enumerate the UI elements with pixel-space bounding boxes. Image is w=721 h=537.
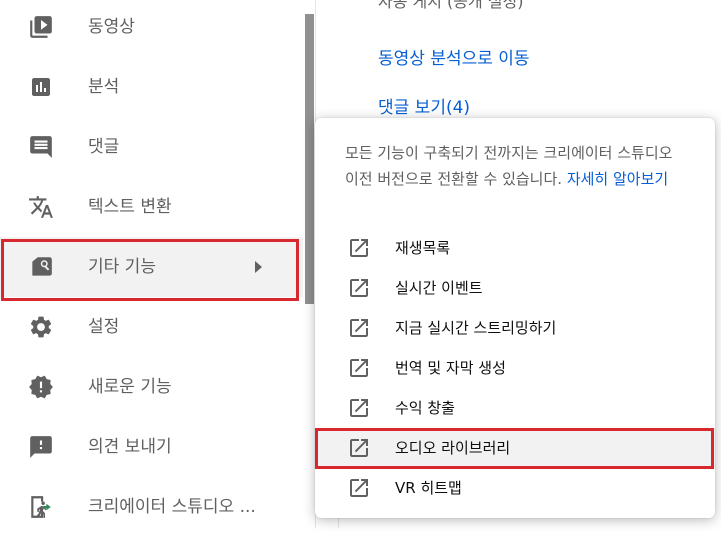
menu-item-label: 실시간 이벤트 (395, 279, 483, 297)
chevron-right-icon (255, 261, 262, 273)
sidebar-item-other-features[interactable]: 기타 기능 (0, 237, 303, 297)
open-in-new-icon (350, 439, 368, 457)
alert-badge-icon (28, 374, 54, 400)
menu-item-vr-heatmaps[interactable]: VR 히트맵 (315, 468, 715, 508)
menu-item-label: 수익 창출 (395, 399, 455, 417)
sidebar-item-videos[interactable]: 동영상 (0, 0, 303, 57)
sidebar-item-analytics[interactable]: 분석 (0, 57, 303, 117)
visibility-text: 자동 게시 (공개 설정) (378, 0, 524, 11)
view-comments-link[interactable]: 댓글 보기(4) (378, 93, 470, 118)
sidebar-item-creator-studio-classic[interactable]: 크리에이터 스튜디오 ... (0, 477, 303, 537)
menu-item-translations[interactable]: 번역 및 자막 생성 (315, 348, 715, 388)
open-in-new-icon (350, 239, 368, 257)
open-in-new-icon (350, 399, 368, 417)
sidebar-item-feedback[interactable]: 의견 보내기 (0, 417, 303, 477)
sidebar: 동영상 분석 댓글 텍스트 변환 기타 기능 설정 새로운 기능 의견 보내기 … (0, 0, 315, 528)
menu-item-label: 오디오 라이브러리 (395, 439, 511, 457)
exit-icon (28, 494, 54, 520)
menu-item-live-events[interactable]: 실시간 이벤트 (315, 268, 715, 308)
sidebar-item-settings[interactable]: 설정 (0, 297, 303, 357)
feedback-icon (28, 434, 54, 460)
menu-item-label: VR 히트맵 (395, 479, 462, 497)
scrollbar[interactable] (305, 14, 314, 304)
sidebar-item-label: 댓글 (88, 137, 120, 157)
sidebar-item-label: 크리에이터 스튜디오 ... (88, 497, 256, 517)
open-in-new-icon (350, 479, 368, 497)
open-in-new-icon (350, 279, 368, 297)
analytics-icon (28, 74, 54, 100)
sidebar-item-whats-new[interactable]: 새로운 기능 (0, 357, 303, 417)
menu-item-label: 번역 및 자막 생성 (395, 359, 506, 377)
go-to-video-analytics-link[interactable]: 동영상 분석으로 이동 (378, 44, 530, 69)
sidebar-item-label: 동영상 (88, 17, 135, 37)
sidebar-item-label: 설정 (88, 317, 120, 337)
menu-item-stream-now[interactable]: 지금 실시간 스트리밍하기 (315, 308, 715, 348)
open-in-new-icon (350, 319, 368, 337)
classic-studio-notice: 모든 기능이 구축되기 전까지는 크리에이터 스튜디오 이전 버전으로 전환할 … (345, 140, 690, 192)
sidebar-item-transcriptions[interactable]: 텍스트 변환 (0, 177, 303, 237)
menu-item-playlists[interactable]: 재생목록 (315, 228, 715, 268)
translate-icon (28, 194, 54, 220)
other-features-icon (28, 254, 54, 280)
menu-item-audio-library[interactable]: 오디오 라이브러리 (315, 428, 715, 468)
menu-item-monetization[interactable]: 수익 창출 (315, 388, 715, 428)
sidebar-item-label: 의견 보내기 (88, 437, 172, 457)
sidebar-item-label: 새로운 기능 (88, 377, 172, 397)
video-icon (28, 14, 54, 40)
gear-icon (28, 314, 54, 340)
sidebar-item-label: 텍스트 변환 (88, 197, 172, 217)
comment-icon (28, 134, 54, 160)
sidebar-item-comments[interactable]: 댓글 (0, 117, 303, 177)
menu-item-label: 지금 실시간 스트리밍하기 (395, 319, 557, 337)
other-features-menu: 모든 기능이 구축되기 전까지는 크리에이터 스튜디오 이전 버전으로 전환할 … (315, 118, 715, 518)
sidebar-item-label: 기타 기능 (88, 257, 156, 277)
open-in-new-icon (350, 359, 368, 377)
learn-more-link[interactable]: 자세히 알아보기 (567, 170, 668, 188)
menu-item-label: 재생목록 (395, 239, 451, 257)
sidebar-item-label: 분석 (88, 77, 120, 97)
